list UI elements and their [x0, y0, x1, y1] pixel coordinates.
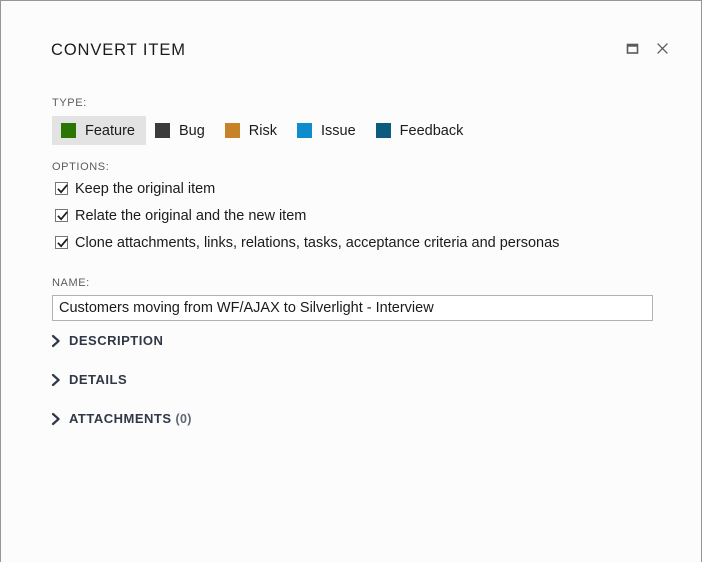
type-option-risk[interactable]: Risk [216, 116, 288, 145]
name-label: NAME: [52, 277, 90, 289]
restore-icon [626, 42, 639, 55]
convert-item-dialog: CONVERT ITEM TYPE: Feature Bug Risk Issue Fe… [0, 0, 702, 562]
close-button[interactable] [649, 35, 675, 61]
type-option-label: Feature [85, 122, 135, 139]
options-label: OPTIONS: [52, 161, 110, 173]
option-row[interactable]: Relate the original and the new item [55, 207, 559, 224]
accordion-sections: DESCRIPTION DETAILS ATTACHMENTS (0) [51, 330, 653, 447]
type-color-swatch-bug [154, 123, 170, 138]
checkbox[interactable] [55, 236, 68, 249]
type-label: TYPE: [52, 97, 87, 109]
section-header-details[interactable]: DETAILS [51, 369, 653, 390]
checkbox[interactable] [55, 209, 68, 222]
page-title: CONVERT ITEM [51, 41, 186, 59]
type-option-issue[interactable]: Issue [288, 116, 367, 145]
checkmark-icon [57, 184, 68, 194]
type-option-label: Bug [178, 122, 205, 139]
type-color-swatch-issue [297, 123, 312, 138]
type-option-label: Risk [248, 122, 277, 139]
type-option-bug[interactable]: Bug [146, 116, 216, 145]
option-label: Clone attachments, links, relations, tas… [75, 234, 560, 251]
type-option-label: Feedback [399, 122, 464, 139]
option-row[interactable]: Clone attachments, links, relations, tas… [55, 234, 559, 251]
section-count: (0) [175, 411, 192, 426]
dialog-titlebar: CONVERT ITEM [1, 1, 701, 81]
checkmark-icon [57, 211, 68, 221]
chevron-right-icon [51, 334, 69, 348]
type-option-feedback[interactable]: Feedback [367, 116, 475, 145]
type-option-feature[interactable]: Feature [52, 116, 146, 145]
restore-button[interactable] [619, 35, 645, 61]
option-row[interactable]: Keep the original item [55, 180, 559, 197]
type-color-swatch-risk [224, 123, 240, 138]
checkbox[interactable] [55, 182, 68, 195]
option-label: Relate the original and the new item [75, 207, 307, 224]
name-input[interactable] [52, 295, 653, 321]
type-color-swatch-feature [61, 123, 76, 138]
chevron-right-icon [51, 373, 69, 387]
checkmark-icon [57, 238, 68, 248]
close-icon [656, 42, 669, 55]
section-title: DESCRIPTION [69, 333, 164, 348]
section-title: ATTACHMENTS [69, 411, 172, 426]
option-label: Keep the original item [75, 180, 216, 197]
section-header-description[interactable]: DESCRIPTION [51, 330, 653, 351]
section-title: DETAILS [69, 372, 128, 387]
type-option-label: Issue [321, 122, 356, 139]
type-option-group: Feature Bug Risk Issue Feedback [52, 116, 474, 145]
options-checkbox-list: Keep the original item Relate the origina… [55, 180, 559, 261]
type-color-swatch-feedback [375, 123, 391, 138]
section-header-attachments[interactable]: ATTACHMENTS (0) [51, 408, 653, 429]
chevron-right-icon [51, 412, 69, 426]
